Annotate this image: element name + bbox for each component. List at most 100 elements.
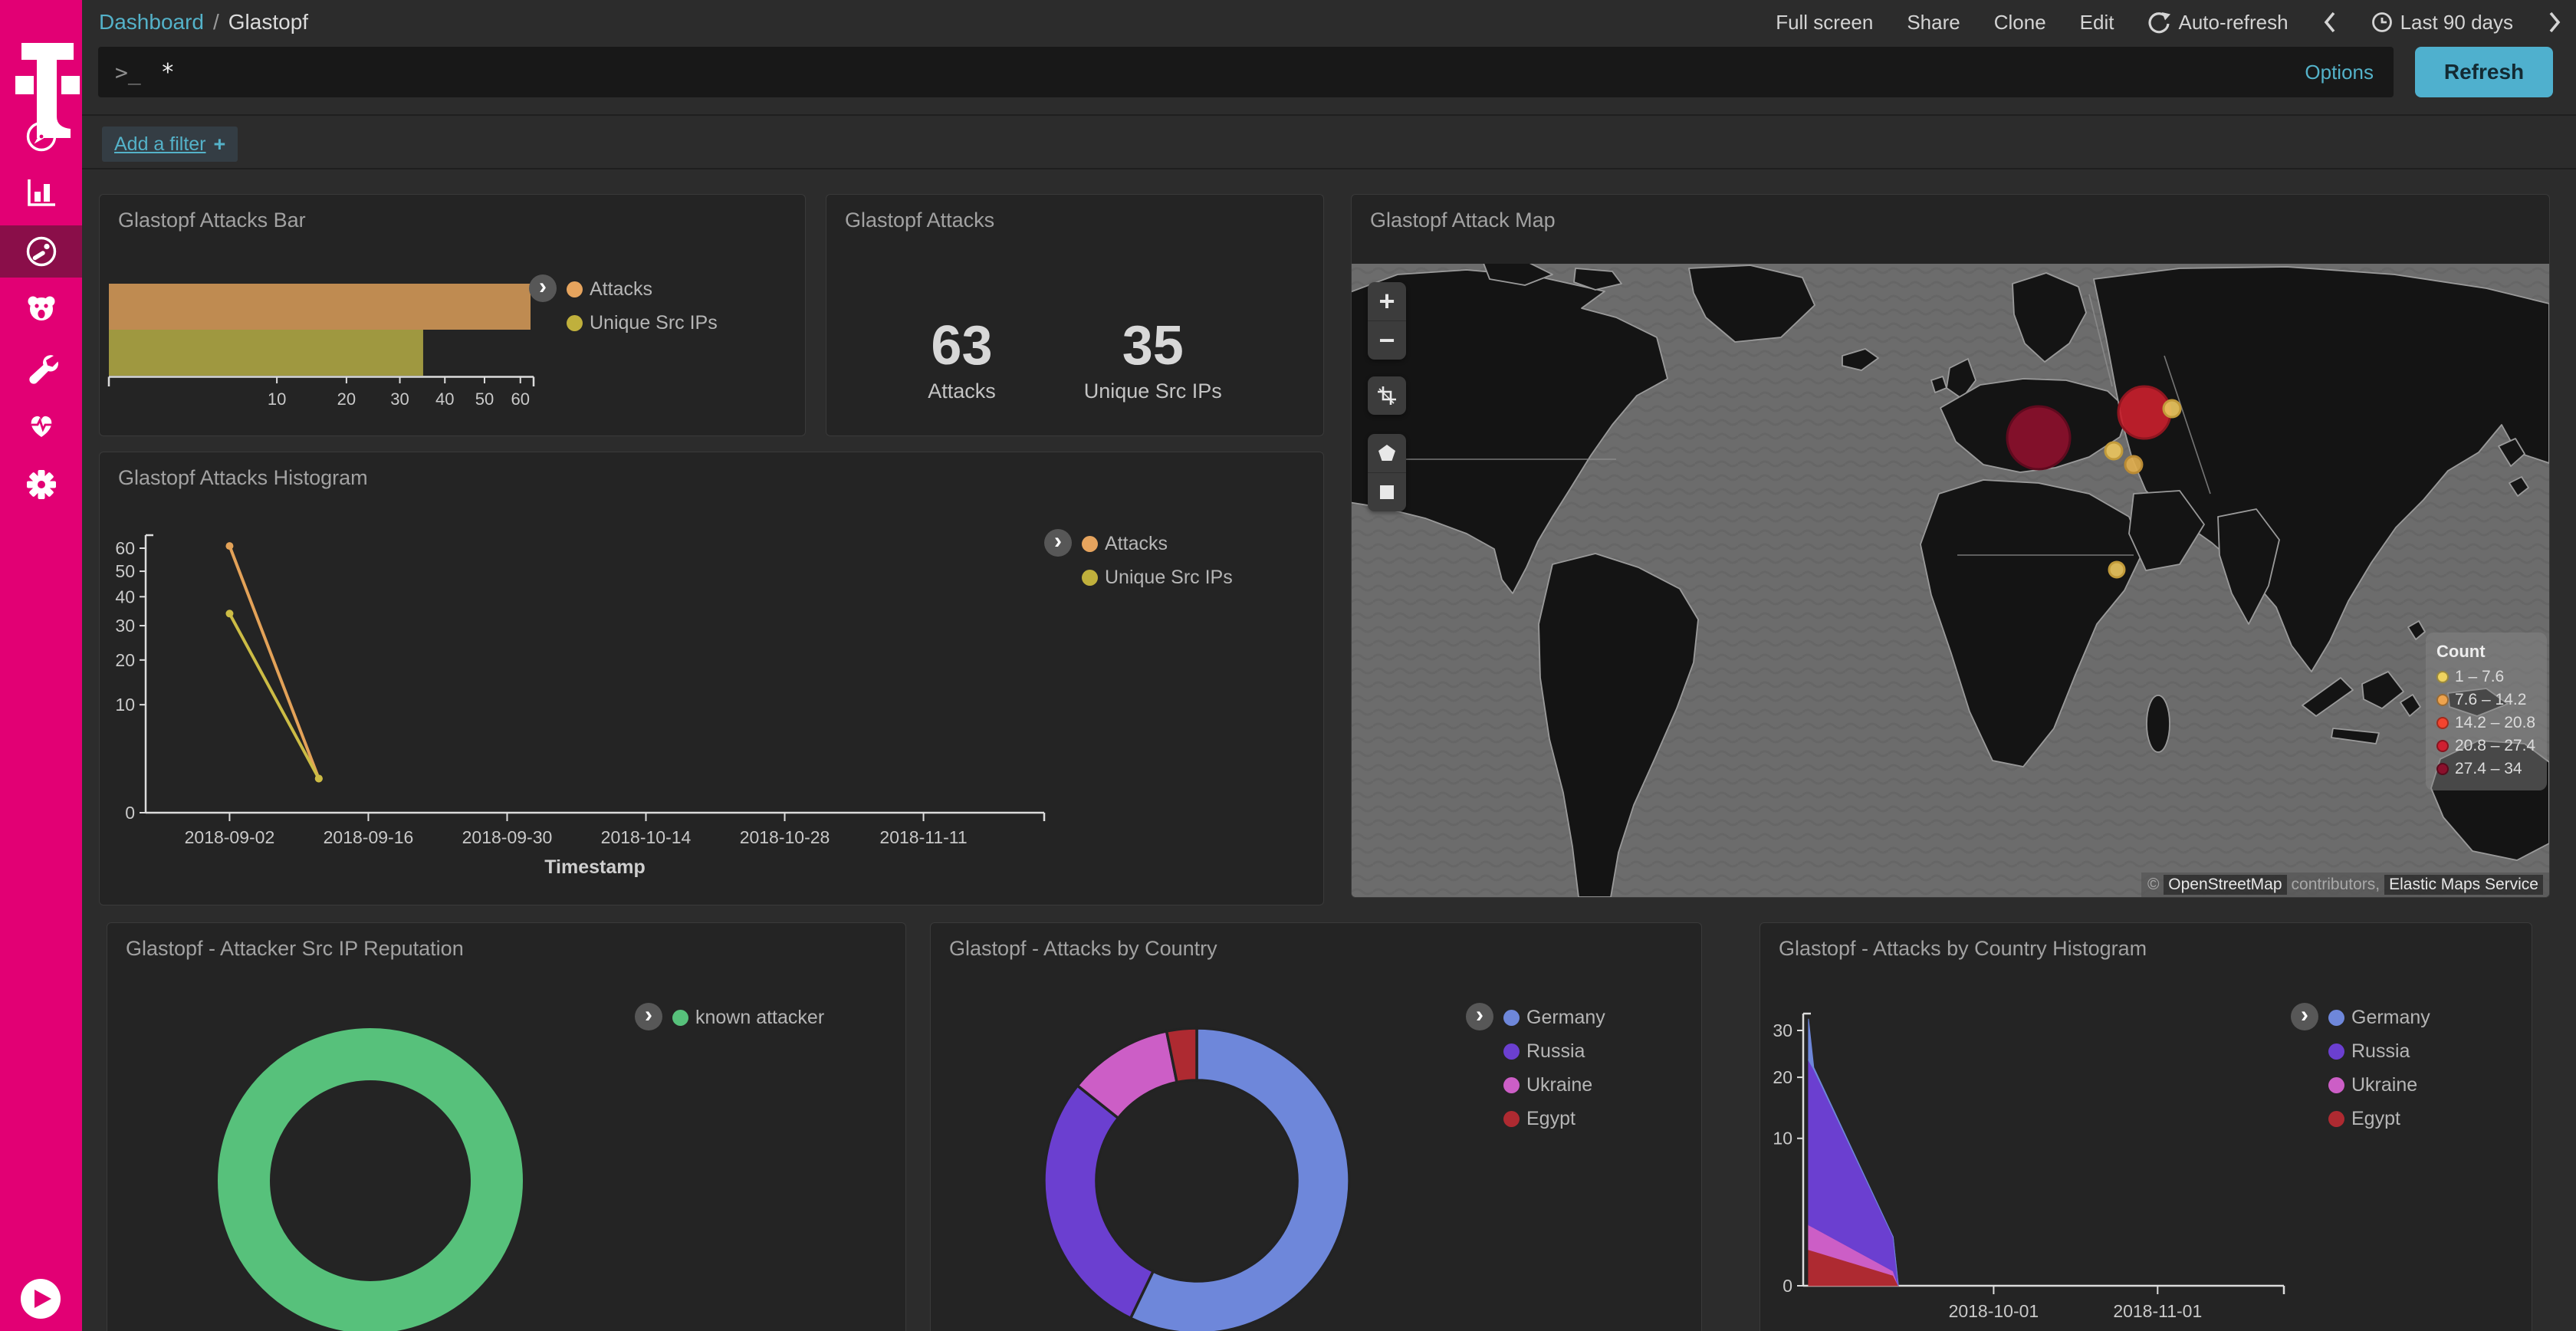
attack-point[interactable] <box>2118 386 2170 439</box>
zoom-out-button[interactable]: − <box>1368 320 1406 360</box>
metric-attacks: 63 Attacks <box>928 318 996 403</box>
donut-slice-known attacker[interactable] <box>244 1054 497 1307</box>
legend-toggle-icon[interactable]: › <box>635 1003 662 1030</box>
axis-tick-label: 10 <box>115 695 135 715</box>
axis-tick-label: 60 <box>115 538 135 558</box>
top-navigation: Dashboard/Glastopf Full screen Share Clo… <box>82 0 2576 44</box>
legend-dot <box>2436 717 2449 729</box>
panel-title: Glastopf Attack Map <box>1352 195 2549 232</box>
sidebar-item-discover[interactable] <box>0 110 82 163</box>
openstreetmap-link[interactable]: OpenStreetMap <box>2164 875 2286 895</box>
breadcrumb-dashboard-link[interactable]: Dashboard <box>99 10 204 34</box>
legend-item[interactable]: known attacker <box>672 1007 824 1029</box>
plus-icon: + <box>214 133 226 156</box>
sidebar-item-tpot[interactable] <box>0 283 82 335</box>
axis-tick-label: 2018-11-01 <box>2113 1301 2202 1321</box>
clone-button[interactable]: Clone <box>1994 11 2046 35</box>
add-filter-button[interactable]: Add a filter + <box>102 127 238 162</box>
legend-item[interactable]: Russia <box>2328 1040 2430 1063</box>
share-button[interactable]: Share <box>1907 11 1960 35</box>
axis-tick-label: 60 <box>511 389 530 409</box>
legend-item[interactable]: Attacks <box>567 278 718 301</box>
legend-item[interactable]: Unique Src IPs <box>1082 567 1233 589</box>
legend-toggle-icon[interactable]: › <box>2291 1003 2318 1030</box>
gear-icon <box>24 467 59 502</box>
play-icon <box>21 1279 61 1319</box>
refresh-cycle-icon <box>2147 11 2170 34</box>
legend-toggle-icon[interactable]: › <box>1044 529 1072 557</box>
query-input[interactable]: * <box>161 59 2305 86</box>
line-Attacks[interactable] <box>229 546 318 778</box>
time-back-button[interactable] <box>2322 10 2338 35</box>
refresh-button[interactable]: Refresh <box>2415 47 2553 97</box>
legend-item[interactable]: Egypt <box>1503 1108 1605 1130</box>
map-count-legend: Count 1 – 7.6 7.6 – 14.2 14.2 – 20.8 20.… <box>2426 633 2547 790</box>
bear-icon <box>24 291 59 327</box>
axis-tick-label: 30 <box>1773 1020 1792 1040</box>
time-range-picker[interactable]: Last 90 days <box>2371 11 2513 35</box>
map-fit-control <box>1368 376 1406 415</box>
crop-icon[interactable] <box>1368 376 1406 415</box>
legend: › Germany Russia Ukraine Egypt <box>2291 1003 2430 1130</box>
attack-point[interactable] <box>2125 456 2142 473</box>
axis-tick-label: 2018-09-30 <box>462 827 553 847</box>
world-map[interactable]: + − Count 1 – 7.6 <box>1352 264 2549 897</box>
fullscreen-button[interactable]: Full screen <box>1776 11 1873 35</box>
filter-bar: Add a filter + <box>82 114 2576 169</box>
auto-refresh-button[interactable]: Auto-refresh <box>2147 11 2288 35</box>
legend-dot <box>567 281 583 297</box>
legend-dot <box>1082 536 1098 552</box>
legend-toggle-icon[interactable]: › <box>529 274 557 302</box>
donut-slice-Russia[interactable] <box>1044 1086 1153 1318</box>
panel-attacks-by-country: Glastopf - Attacks by Country › Germany … <box>930 922 1702 1331</box>
sidebar-item-devtools[interactable] <box>0 342 82 394</box>
attack-point[interactable] <box>2007 406 2070 469</box>
bar-Unique Src IPs[interactable] <box>109 330 423 376</box>
sidebar-collapse-button[interactable] <box>21 1279 61 1319</box>
legend-item[interactable]: Ukraine <box>2328 1074 2430 1096</box>
attack-point[interactable] <box>2109 562 2124 577</box>
axis-tick-label: 50 <box>115 561 135 581</box>
panel-attacks-metric: Glastopf Attacks 63 Attacks 35 Unique Sr… <box>826 194 1324 436</box>
panel-attack-map: Glastopf Attack Map <box>1351 194 2550 898</box>
edit-button[interactable]: Edit <box>2080 11 2114 35</box>
legend-item[interactable]: Ukraine <box>1503 1074 1605 1096</box>
metric-row: 63 Attacks 35 Unique Src IPs <box>826 232 1323 403</box>
metric-value: 35 <box>1084 318 1222 373</box>
bar-Attacks[interactable] <box>109 284 531 330</box>
attack-point[interactable] <box>2105 442 2122 459</box>
options-link[interactable]: Options <box>2305 61 2374 84</box>
legend-item[interactable]: Germany <box>1503 1007 1605 1029</box>
panel-attacks-histogram: Glastopf Attacks Histogram 0102030405060… <box>99 452 1324 905</box>
legend-item[interactable]: Russia <box>1503 1040 1605 1063</box>
legend-toggle-icon[interactable]: › <box>1466 1003 1493 1030</box>
donut-chart[interactable] <box>107 923 905 1331</box>
time-forward-button[interactable] <box>2547 10 2562 35</box>
legend: › Attacks Unique Src IPs <box>1044 529 1233 589</box>
wrench-icon <box>24 350 59 386</box>
legend-item[interactable]: Unique Src IPs <box>567 312 718 334</box>
rectangle-select-icon[interactable] <box>1368 472 1406 511</box>
legend-item[interactable]: Egypt <box>2328 1108 2430 1130</box>
panel-title: Glastopf Attacks Bar <box>100 195 805 232</box>
polygon-select-icon[interactable] <box>1368 434 1406 472</box>
axis-tick-label: 30 <box>390 389 409 409</box>
zoom-in-button[interactable]: + <box>1368 282 1406 320</box>
breadcrumb: Dashboard/Glastopf <box>99 10 308 35</box>
legend-item[interactable]: Germany <box>2328 1007 2430 1029</box>
legend-item[interactable]: Attacks <box>1082 533 1233 555</box>
line-Unique Src IPs[interactable] <box>229 613 318 778</box>
sidebar-item-management[interactable] <box>0 458 82 511</box>
world-map-canvas[interactable] <box>1352 264 2549 897</box>
legend-dot <box>1082 570 1098 586</box>
sidebar-item-visualize[interactable] <box>0 166 82 219</box>
sidebar-item-dashboard[interactable] <box>0 225 82 278</box>
attack-point[interactable] <box>2164 400 2180 417</box>
query-bar[interactable]: >_ * Options <box>98 47 2394 97</box>
elastic-maps-service-link[interactable]: Elastic Maps Service <box>2384 875 2543 895</box>
nav-actions: Full screen Share Clone Edit Auto-refres… <box>1776 10 2562 35</box>
sidebar-item-monitoring[interactable] <box>0 399 82 452</box>
query-prompt-icon: >_ <box>115 60 141 85</box>
axis-tick-label: 2018-09-02 <box>185 827 275 847</box>
axis-tick-label: 2018-10-14 <box>601 827 692 847</box>
